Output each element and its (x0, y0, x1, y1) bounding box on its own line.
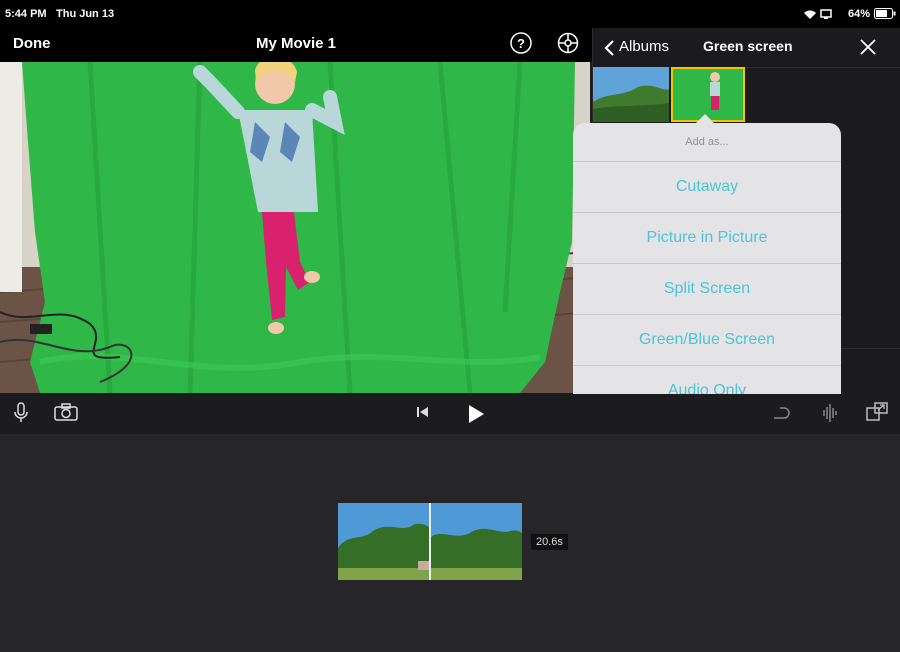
battery-icon (874, 8, 896, 19)
svg-text:?: ? (517, 36, 525, 51)
top-nav-bar: Done My Movie 1 ? (0, 28, 592, 62)
clip-duration-label: 20.6s (531, 534, 568, 550)
help-icon[interactable]: ? (510, 32, 532, 54)
clip-frame (430, 503, 522, 580)
microphone-icon[interactable] (13, 402, 29, 424)
skip-back-icon[interactable] (416, 405, 430, 419)
popover-header: Add as... (573, 123, 841, 162)
album-title: Green screen (703, 38, 793, 54)
screen-lock-icon (820, 9, 832, 19)
clip-frame (338, 503, 429, 580)
fullscreen-icon[interactable] (866, 402, 888, 422)
camera-icon[interactable] (54, 403, 78, 421)
timeline[interactable]: 20.6s (0, 434, 900, 652)
audio-waveform-icon[interactable] (822, 402, 838, 422)
settings-icon[interactable] (557, 32, 579, 54)
status-bar: 5:44 PM Thu Jun 13 64% (0, 0, 900, 28)
back-chevron-icon[interactable] (603, 39, 615, 57)
add-as-popover: Add as... Cutaway Picture in Picture Spl… (573, 114, 841, 414)
albums-back-button[interactable]: Albums (619, 38, 669, 55)
playhead[interactable] (429, 503, 431, 580)
split-screen-option[interactable]: Split Screen (573, 264, 841, 315)
undo-icon[interactable] (772, 402, 792, 422)
video-clip[interactable] (338, 503, 522, 580)
project-title: My Movie 1 (255, 35, 337, 52)
playback-toolbar (0, 394, 900, 434)
status-date: Thu Jun 13 (56, 8, 115, 20)
status-time: 5:44 PM (5, 8, 47, 20)
picture-in-picture-option[interactable]: Picture in Picture (573, 213, 841, 264)
video-viewer[interactable] (0, 62, 590, 393)
green-blue-screen-option[interactable]: Green/Blue Screen (573, 315, 841, 366)
panel-header: Albums Green screen (593, 28, 900, 68)
close-icon[interactable] (859, 38, 877, 56)
play-icon[interactable] (466, 403, 486, 425)
battery-percent: 64% (848, 8, 871, 20)
green-screen-preview (0, 62, 590, 393)
wifi-icon (804, 10, 816, 19)
cutaway-option[interactable]: Cutaway (573, 162, 841, 213)
popover-arrow (695, 114, 715, 124)
media-thumbnail[interactable] (593, 67, 669, 122)
